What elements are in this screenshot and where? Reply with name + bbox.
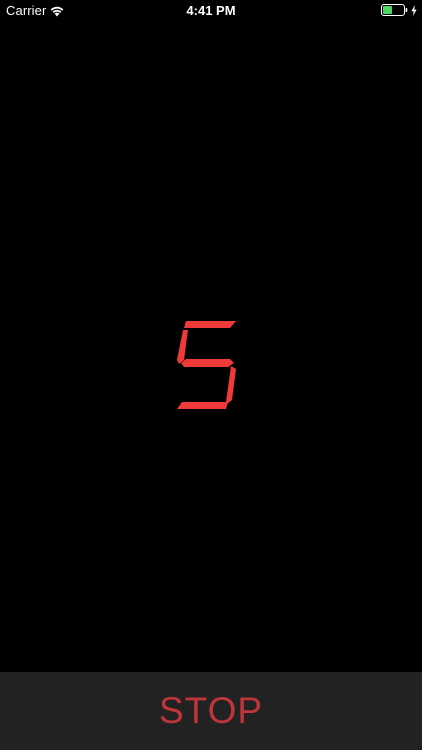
battery-group <box>381 4 417 16</box>
charging-bolt-icon <box>411 4 417 16</box>
segment-top <box>184 321 236 328</box>
status-time: 4:41 PM <box>186 3 236 18</box>
seven-segment-digit <box>172 318 238 412</box>
digit-five-segments <box>177 321 236 409</box>
segment-bottom <box>177 402 228 409</box>
segment-upper-left <box>177 330 188 364</box>
stop-button[interactable]: STOP <box>0 672 422 750</box>
segment-middle <box>181 359 234 367</box>
segment-lower-right <box>226 366 236 404</box>
battery-icon <box>381 4 408 16</box>
battery-fill <box>383 6 392 14</box>
status-bar: Carrier 4:41 PM <box>0 0 422 22</box>
stop-button-label: STOP <box>158 690 264 731</box>
